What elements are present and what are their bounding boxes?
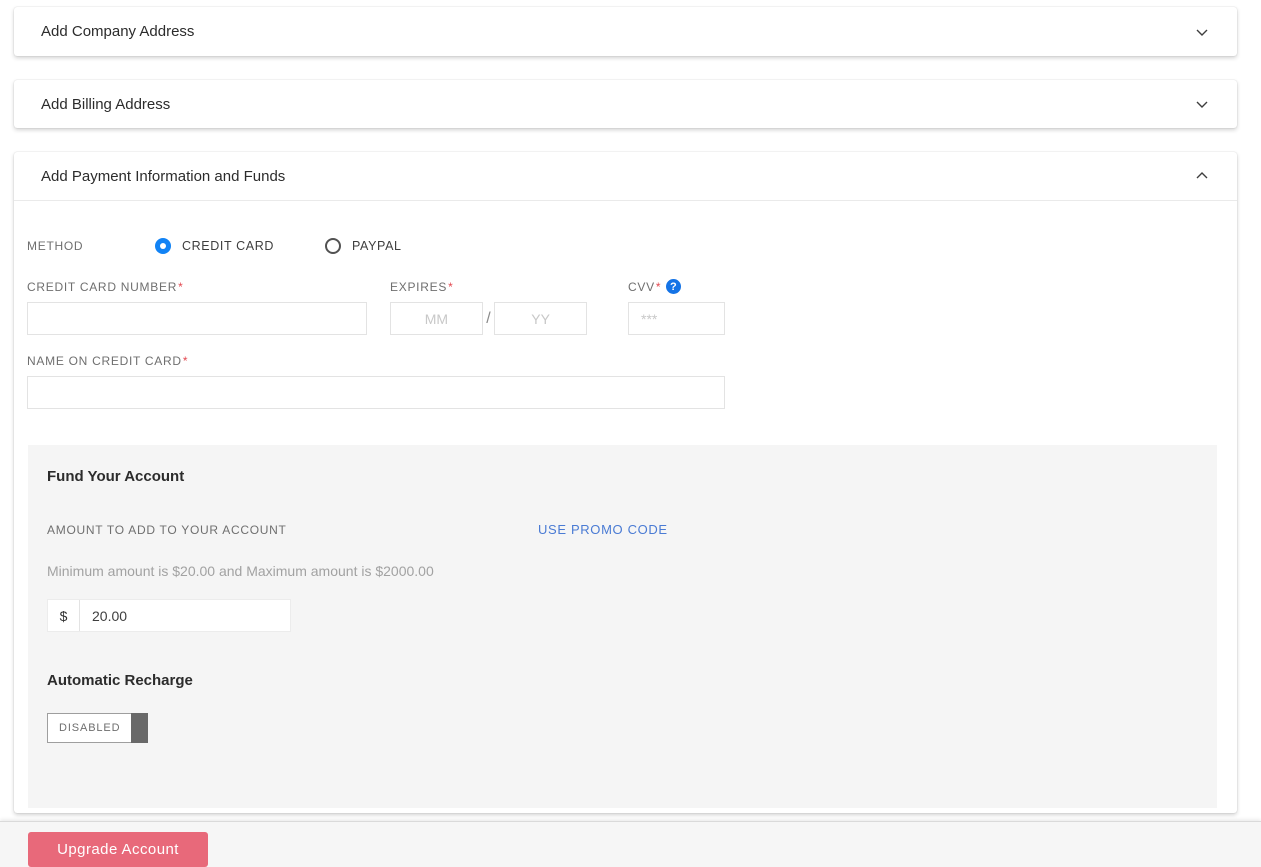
- payment-form: METHOD CREDIT CARD PAYPAL CREDIT CARD NU…: [14, 236, 1237, 808]
- name-on-card-input[interactable]: [27, 376, 725, 409]
- amount-input-group: $: [47, 599, 291, 632]
- expires-separator: /: [483, 310, 495, 328]
- toggle-state-label: DISABLED: [48, 714, 131, 742]
- amount-input[interactable]: [80, 600, 290, 631]
- chevron-down-icon: [1193, 95, 1211, 113]
- method-row: METHOD CREDIT CARD PAYPAL: [27, 236, 1237, 256]
- radio-unselected-icon[interactable]: [325, 238, 341, 254]
- radio-selected-icon[interactable]: [155, 238, 171, 254]
- chevron-up-icon: [1193, 167, 1211, 185]
- expires-label: EXPIRES*: [390, 279, 587, 294]
- required-asterisk: *: [448, 280, 453, 294]
- cvv-input[interactable]: [628, 302, 725, 335]
- accordion-payment-info: Add Payment Information and Funds METHOD…: [14, 152, 1237, 813]
- amount-row: AMOUNT TO ADD TO YOUR ACCOUNT USE PROMO …: [47, 522, 1198, 537]
- use-promo-code-link[interactable]: USE PROMO CODE: [538, 522, 668, 537]
- expires-year-input[interactable]: [494, 302, 587, 335]
- card-number-input[interactable]: [27, 302, 367, 335]
- method-label: METHOD: [27, 239, 155, 253]
- amount-hint: Minimum amount is $20.00 and Maximum amo…: [47, 563, 1198, 579]
- upgrade-account-button[interactable]: Upgrade Account: [28, 832, 208, 867]
- cvv-label: CVV* ?: [628, 279, 725, 294]
- fund-account-panel: Fund Your Account AMOUNT TO ADD TO YOUR …: [28, 445, 1217, 808]
- accordion-payment-info-header[interactable]: Add Payment Information and Funds: [14, 152, 1237, 201]
- expires-inputs: /: [390, 302, 587, 335]
- accordion-billing-address-title: Add Billing Address: [41, 96, 170, 113]
- expires-field-group: EXPIRES* /: [390, 279, 587, 335]
- accordion-company-address-title: Add Company Address: [41, 23, 194, 40]
- amount-label: AMOUNT TO ADD TO YOUR ACCOUNT: [47, 523, 538, 537]
- card-number-label: CREDIT CARD NUMBER*: [27, 279, 367, 294]
- card-fields-row: CREDIT CARD NUMBER* EXPIRES* /: [27, 279, 1237, 335]
- radio-credit-card[interactable]: CREDIT CARD: [155, 238, 325, 254]
- required-asterisk: *: [178, 280, 183, 294]
- footer-bar: Upgrade Account: [0, 821, 1261, 867]
- toggle-handle[interactable]: [131, 713, 148, 743]
- automatic-recharge-title: Automatic Recharge: [47, 672, 1198, 689]
- accordion-company-address[interactable]: Add Company Address: [14, 7, 1237, 56]
- expires-month-input[interactable]: [390, 302, 483, 335]
- automatic-recharge-toggle[interactable]: DISABLED: [47, 713, 148, 743]
- accordion-payment-info-title: Add Payment Information and Funds: [41, 168, 285, 185]
- fund-account-title: Fund Your Account: [47, 445, 1198, 485]
- currency-symbol: $: [48, 600, 80, 631]
- required-asterisk: *: [656, 280, 661, 294]
- required-asterisk: *: [183, 354, 188, 368]
- name-field-group: NAME ON CREDIT CARD*: [27, 353, 725, 409]
- chevron-down-icon: [1193, 23, 1211, 41]
- name-on-card-label: NAME ON CREDIT CARD*: [27, 353, 725, 368]
- radio-credit-card-label: CREDIT CARD: [182, 239, 274, 253]
- card-number-field-group: CREDIT CARD NUMBER*: [27, 279, 367, 335]
- radio-paypal[interactable]: PAYPAL: [325, 238, 402, 254]
- accordion-billing-address[interactable]: Add Billing Address: [14, 80, 1237, 128]
- cvv-help-icon[interactable]: ?: [666, 279, 681, 294]
- radio-paypal-label: PAYPAL: [352, 239, 402, 253]
- cvv-field-group: CVV* ?: [628, 279, 725, 335]
- page: Add Company Address Add Billing Address …: [0, 7, 1261, 813]
